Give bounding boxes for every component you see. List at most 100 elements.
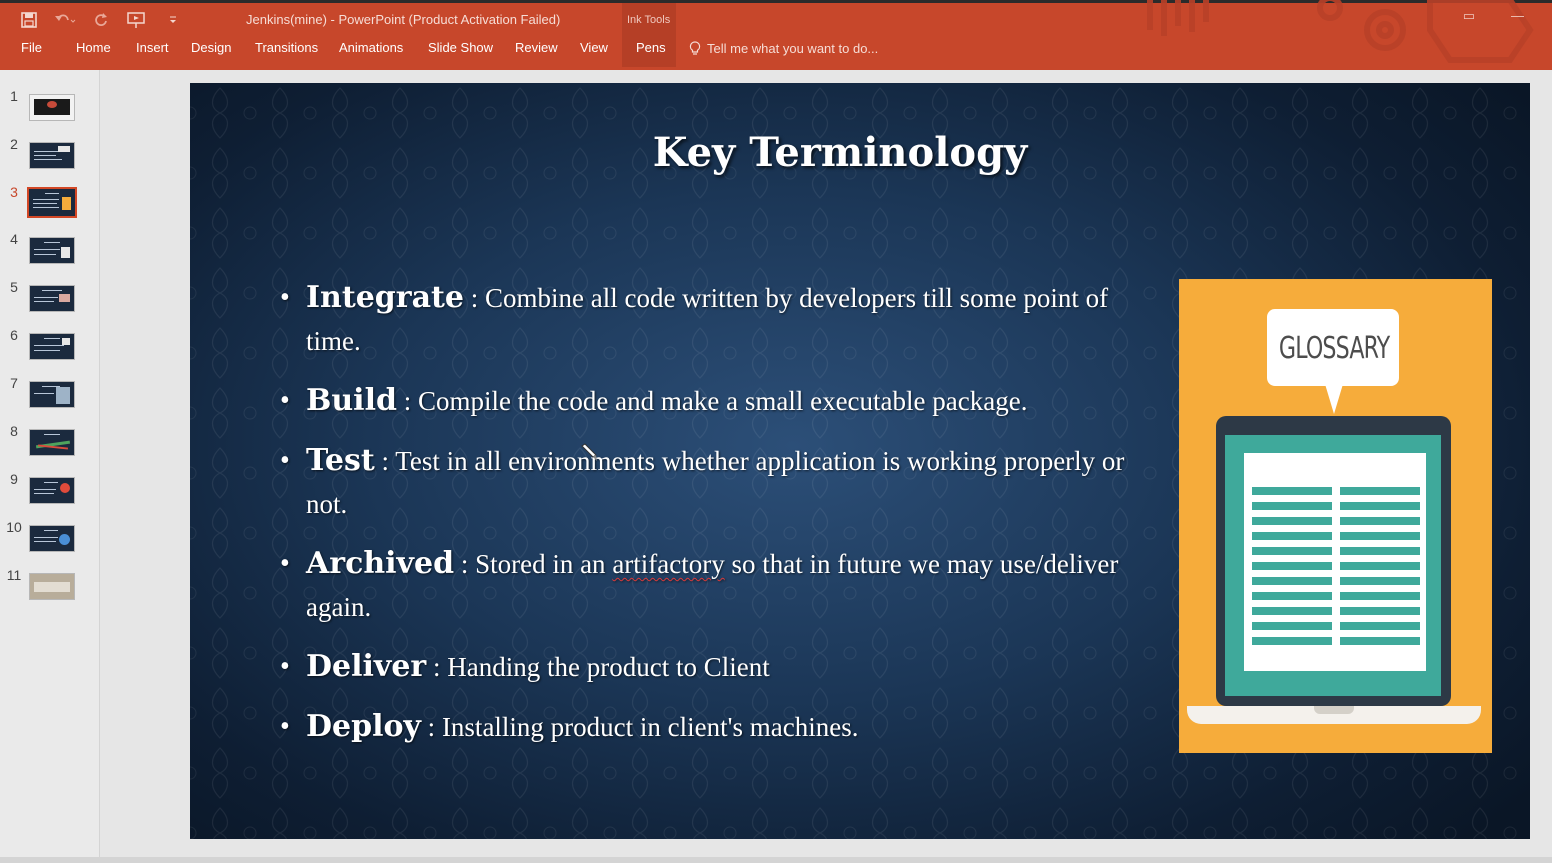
slide-number: 5 <box>10 279 18 295</box>
tab-transitions[interactable]: Transitions <box>255 40 318 55</box>
quick-access-toolbar <box>18 9 184 31</box>
bullet-separator: : <box>374 446 396 476</box>
slide-thumbnail-7[interactable]: 7 <box>0 375 100 415</box>
slide-thumbnail-image <box>29 333 75 360</box>
bullet-term: Archived <box>306 546 455 581</box>
bullet-separator: : <box>463 283 485 313</box>
document-line <box>1252 637 1420 645</box>
bullet-item: Integrate : Combine all code written by … <box>280 276 1160 363</box>
document-line <box>1252 487 1420 495</box>
start-from-beginning-icon[interactable] <box>126 9 148 31</box>
slide-thumbnail-2[interactable]: 2 <box>0 136 100 176</box>
bullet-separator: : <box>420 712 442 742</box>
slide-number: 4 <box>10 231 18 247</box>
bullet-text: Compile the code and make a small execut… <box>417 386 1028 416</box>
customize-quick-access-icon[interactable] <box>162 9 184 31</box>
slide-thumbnail-image <box>29 237 75 264</box>
slide-bullet-list[interactable]: Integrate : Combine all code written by … <box>280 276 1160 765</box>
document-line <box>1252 547 1420 555</box>
undo-icon[interactable] <box>54 9 76 31</box>
ribbon: Jenkins(mine) - PowerPoint (Product Acti… <box>0 0 1552 70</box>
spelling-flagged-word[interactable]: artifactory <box>612 549 724 579</box>
document-line <box>1252 577 1420 585</box>
ribbon-display-options-icon[interactable]: ▭ <box>1463 8 1475 24</box>
redo-icon[interactable] <box>90 9 112 31</box>
slide-number: 9 <box>10 471 18 487</box>
bullet-item: Test : Test in all environments whether … <box>280 439 1160 526</box>
slide-thumbnail-image <box>29 525 75 552</box>
bullet-item: Deliver : Handing the product to Client <box>280 645 1160 689</box>
bullet-term: Test <box>306 443 375 478</box>
slide-number: 7 <box>10 375 18 391</box>
slide-number: 11 <box>6 567 22 583</box>
window-title: Jenkins(mine) - PowerPoint (Product Acti… <box>246 12 561 27</box>
tab-view[interactable]: View <box>580 40 608 55</box>
bullet-separator: : <box>454 549 476 579</box>
lightbulb-icon <box>689 41 701 55</box>
slide-thumbnail-4[interactable]: 4 <box>0 231 100 271</box>
slide-number: 10 <box>6 519 22 535</box>
bullet-item: Archived : Stored in an artifactory so t… <box>280 542 1160 629</box>
tab-file[interactable]: File <box>21 40 42 55</box>
slide-thumbnail-image <box>29 142 75 169</box>
bullet-text: Test in all environments whether applica… <box>306 446 1125 519</box>
slide-thumbnail-11[interactable]: 11 <box>0 567 100 607</box>
current-slide[interactable]: Key Terminology Integrate : Combine all … <box>190 83 1530 839</box>
slide-thumbnail-5[interactable]: 5 <box>0 279 100 319</box>
slide-thumbnail-9[interactable]: 9 <box>0 471 100 511</box>
bullet-item: Build : Compile the code and make a smal… <box>280 379 1160 423</box>
bullet-term: Deploy <box>306 709 421 744</box>
slide-thumbnail-1[interactable]: 1 <box>0 88 100 128</box>
bullet-text: Stored in an <box>475 549 613 579</box>
tab-pens[interactable]: Pens <box>636 40 666 55</box>
slide-thumbnail-image <box>29 381 75 408</box>
document-line <box>1252 502 1420 510</box>
document-line <box>1252 562 1420 570</box>
status-bar <box>0 857 1552 863</box>
slide-thumbnail-3[interactable]: 3 <box>0 184 100 224</box>
minimize-icon[interactable]: — <box>1511 8 1524 24</box>
glossary-label: GLOSSARY <box>1278 331 1390 366</box>
document-line <box>1252 592 1420 600</box>
slide-thumbnails-pane: 1 2 3 4 5 6 7 8 9 10 11 <box>0 70 100 857</box>
tab-home[interactable]: Home <box>76 40 111 55</box>
glossary-illustration[interactable]: GLOSSARY <box>1179 279 1492 753</box>
document-line <box>1252 517 1420 525</box>
slide-thumbnail-image <box>29 477 75 504</box>
tab-review[interactable]: Review <box>515 40 558 55</box>
bullet-term: Deliver <box>306 649 427 684</box>
laptop-notch <box>1314 706 1354 714</box>
tell-me-box[interactable]: Tell me what you want to do... <box>689 41 878 56</box>
slide-thumbnail-image <box>29 429 75 456</box>
bullet-text: Installing product in client's machines. <box>441 712 859 742</box>
tab-animations[interactable]: Animations <box>339 40 403 55</box>
tab-slide-show[interactable]: Slide Show <box>428 40 493 55</box>
slide-number: 3 <box>10 184 18 200</box>
document-line <box>1252 607 1420 615</box>
slide-title[interactable]: Key Terminology <box>190 129 1490 176</box>
window-controls: ▭ — <box>1463 8 1524 24</box>
pen-cursor-icon <box>581 443 597 461</box>
slide-thumbnail-image <box>29 94 75 121</box>
slide-number: 2 <box>10 136 18 152</box>
ink-tools-label: Ink Tools <box>627 14 671 26</box>
tab-design[interactable]: Design <box>191 40 231 55</box>
bullet-item: Deploy : Installing product in client's … <box>280 705 1160 749</box>
slide-thumbnail-8[interactable]: 8 <box>0 423 100 463</box>
bullet-separator: : <box>396 386 418 416</box>
slide-thumbnail-image <box>27 187 77 218</box>
bullet-text: Handing the product to Client <box>447 652 770 682</box>
slide-thumbnail-10[interactable]: 10 <box>0 519 100 559</box>
bullet-term: Build <box>306 383 397 418</box>
slide-number: 6 <box>10 327 18 343</box>
save-icon[interactable] <box>18 9 40 31</box>
slide-thumbnail-6[interactable]: 6 <box>0 327 100 367</box>
bullet-separator: : <box>426 652 448 682</box>
slide-thumbnail-image <box>29 285 75 312</box>
tab-insert[interactable]: Insert <box>136 40 169 55</box>
tell-me-placeholder: Tell me what you want to do... <box>707 41 879 56</box>
document-line <box>1252 622 1420 630</box>
document-line <box>1252 532 1420 540</box>
slide-thumbnail-image <box>29 573 75 600</box>
slide-number: 1 <box>10 88 18 104</box>
